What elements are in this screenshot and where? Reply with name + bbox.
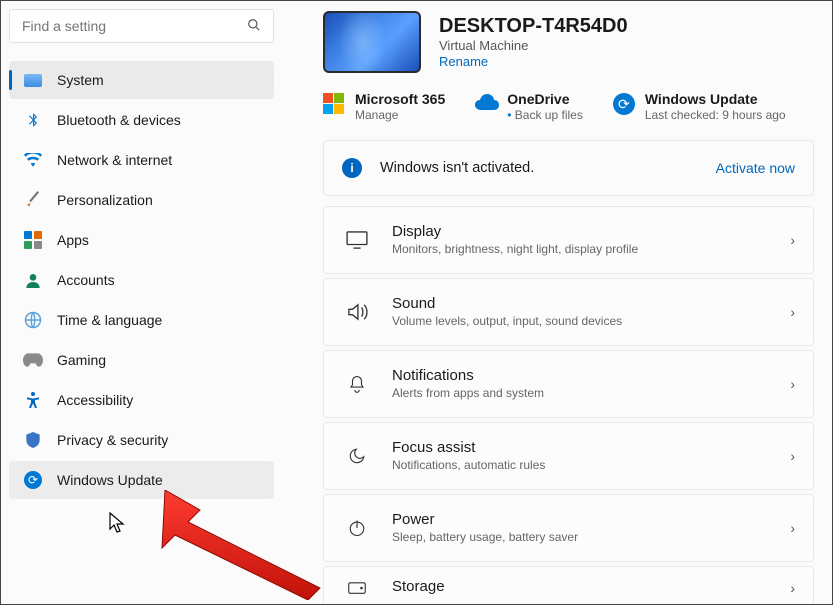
person-icon [23, 270, 43, 290]
row-sub: Monitors, brightness, night light, displ… [392, 242, 790, 256]
quick-title: Microsoft 365 [355, 91, 445, 108]
row-title: Focus assist [392, 439, 790, 458]
row-focus-assist[interactable]: Focus assist Notifications, automatic ru… [323, 422, 814, 490]
rename-link[interactable]: Rename [439, 54, 488, 69]
nav-item-accounts[interactable]: Accounts [9, 261, 274, 299]
quick-row: Microsoft 365 Manage OneDrive Back up fi… [323, 91, 814, 122]
desktop-thumbnail [323, 11, 421, 73]
activation-banner: i Windows isn't activated. Activate now [323, 140, 814, 196]
paintbrush-icon [23, 190, 43, 210]
row-title: Notifications [392, 367, 790, 386]
windows-update-icon: ⟳ [23, 470, 43, 490]
nav-label: Accounts [57, 272, 115, 288]
nav-item-privacy[interactable]: Privacy & security [9, 421, 274, 459]
nav-label: Time & language [57, 312, 162, 328]
nav-item-network[interactable]: Network & internet [9, 141, 274, 179]
quick-onedrive[interactable]: OneDrive Back up files [475, 91, 583, 122]
settings-window: System Bluetooth & devices Network & int… [0, 0, 833, 605]
quick-m365[interactable]: Microsoft 365 Manage [323, 91, 445, 122]
row-title: Display [392, 223, 790, 242]
accessibility-icon [23, 390, 43, 410]
shield-icon [23, 430, 43, 450]
nav-item-bluetooth[interactable]: Bluetooth & devices [9, 101, 274, 139]
system-icon [23, 70, 43, 90]
quick-sub: Back up files [507, 108, 583, 122]
banner-text: Windows isn't activated. [380, 160, 716, 176]
search-icon [247, 18, 261, 35]
quick-sub: Last checked: 9 hours ago [645, 108, 786, 122]
search-box[interactable] [9, 9, 274, 43]
sidebar: System Bluetooth & devices Network & int… [1, 1, 281, 604]
row-sound[interactable]: Sound Volume levels, output, input, soun… [323, 278, 814, 346]
nav-item-windows-update[interactable]: ⟳ Windows Update [9, 461, 274, 499]
row-sub: Sleep, battery usage, battery saver [392, 530, 790, 544]
onedrive-icon [475, 93, 497, 115]
row-sub: Volume levels, output, input, sound devi… [392, 314, 790, 328]
pc-info: DESKTOP-T4R54D0 Virtual Machine Rename [439, 14, 628, 71]
nav-label: Network & internet [57, 152, 172, 168]
activate-now-link[interactable]: Activate now [716, 160, 795, 176]
chevron-right-icon: › [790, 448, 795, 464]
row-title: Sound [392, 295, 790, 314]
row-title: Power [392, 511, 790, 530]
nav-item-personalization[interactable]: Personalization [9, 181, 274, 219]
info-icon: i [342, 158, 362, 178]
nav-label: Bluetooth & devices [57, 112, 181, 128]
storage-icon [346, 581, 368, 595]
gamepad-icon [23, 350, 43, 370]
sound-icon [346, 303, 368, 321]
row-storage[interactable]: Storage › [323, 566, 814, 604]
content-area: DESKTOP-T4R54D0 Virtual Machine Rename M… [281, 1, 832, 604]
row-title: Storage [392, 578, 790, 597]
chevron-right-icon: › [790, 376, 795, 392]
pc-header: DESKTOP-T4R54D0 Virtual Machine Rename [323, 11, 814, 73]
power-icon [346, 519, 368, 537]
wifi-icon [23, 150, 43, 170]
windows-update-icon: ⟳ [613, 93, 635, 115]
pc-subtitle: Virtual Machine [439, 38, 628, 53]
chevron-right-icon: › [790, 232, 795, 248]
display-icon [346, 231, 368, 249]
nav-label: Apps [57, 232, 89, 248]
nav-item-time[interactable]: Time & language [9, 301, 274, 339]
pc-name: DESKTOP-T4R54D0 [439, 14, 628, 38]
row-sub: Notifications, automatic rules [392, 458, 790, 472]
nav-item-system[interactable]: System [9, 61, 274, 99]
chevron-right-icon: › [790, 304, 795, 320]
nav-label: Gaming [57, 352, 106, 368]
nav-label: System [57, 72, 104, 88]
nav-item-accessibility[interactable]: Accessibility [9, 381, 274, 419]
nav-item-apps[interactable]: Apps [9, 221, 274, 259]
row-power[interactable]: Power Sleep, battery usage, battery save… [323, 494, 814, 562]
chevron-right-icon: › [790, 580, 795, 596]
nav-label: Accessibility [57, 392, 133, 408]
nav-item-gaming[interactable]: Gaming [9, 341, 274, 379]
bell-icon [346, 374, 368, 394]
quick-title: OneDrive [507, 91, 583, 108]
quick-windows-update[interactable]: ⟳ Windows Update Last checked: 9 hours a… [613, 91, 786, 122]
row-display[interactable]: Display Monitors, brightness, night ligh… [323, 206, 814, 274]
quick-title: Windows Update [645, 91, 786, 108]
bluetooth-icon [23, 110, 43, 130]
nav-list: System Bluetooth & devices Network & int… [9, 61, 281, 499]
nav-label: Personalization [57, 192, 153, 208]
row-notifications[interactable]: Notifications Alerts from apps and syste… [323, 350, 814, 418]
microsoft-365-icon [323, 93, 345, 115]
nav-label: Privacy & security [57, 432, 168, 448]
search-input[interactable] [22, 18, 247, 34]
apps-icon [23, 230, 43, 250]
quick-sub: Manage [355, 108, 445, 122]
globe-clock-icon [23, 310, 43, 330]
row-sub: Alerts from apps and system [392, 386, 790, 400]
nav-label: Windows Update [57, 472, 163, 488]
moon-icon [346, 447, 368, 465]
chevron-right-icon: › [790, 520, 795, 536]
